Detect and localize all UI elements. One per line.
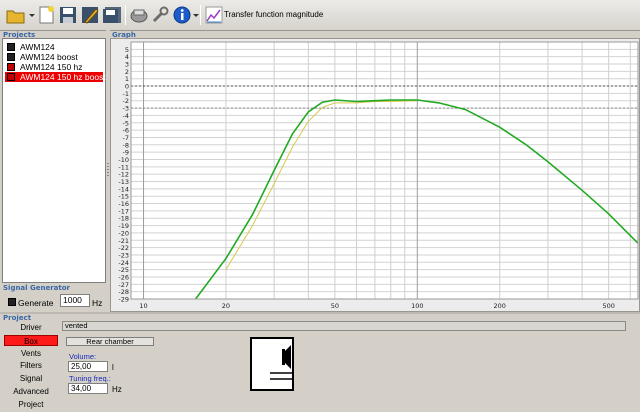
x-tick-label: 100 <box>411 302 423 310</box>
project-item[interactable]: AWM124 <box>5 42 103 52</box>
volume-input[interactable]: 25,00 <box>68 361 108 372</box>
tuning-input[interactable]: 34,00 <box>68 383 108 394</box>
info-dropdown-caret-icon[interactable] <box>193 14 199 17</box>
new-file-icon <box>39 6 54 24</box>
rear-chamber-tab[interactable]: Rear chamber <box>66 337 154 346</box>
printer-icon <box>130 9 148 23</box>
nav-signal[interactable]: Signal <box>4 373 58 384</box>
toolbar-separator <box>125 5 126 25</box>
project-item-selected[interactable]: AWM124 150 hz boost <box>5 72 106 82</box>
toolbar: Transfer function magnitude <box>0 0 640 31</box>
enclosure-diagram <box>250 337 294 391</box>
edit-button[interactable] <box>80 4 100 26</box>
speaker-driver-icon <box>270 345 292 380</box>
project-label: AWM124 boost <box>20 52 78 62</box>
plot-frame <box>130 41 639 300</box>
x-tick-label: 200 <box>493 302 505 310</box>
projects-list: AWM124 AWM124 boost AWM124 150 hz AWM124… <box>2 38 106 283</box>
tuning-unit: Hz <box>112 385 122 394</box>
project-label: AWM124 150 hz <box>20 62 83 72</box>
floppy-disk-stack-icon <box>103 7 121 23</box>
project-checkbox[interactable] <box>7 73 15 81</box>
signal-generator-section-title: Signal Generator <box>3 284 71 292</box>
volume-label: Volume: <box>69 352 97 361</box>
panel-divider[interactable] <box>0 312 640 314</box>
x-tick-label: 500 <box>602 302 614 310</box>
transfer-function-chart: 543210-1-2-3-4-5-6-7-8-9-10-11-12-13-14-… <box>118 41 639 310</box>
project-item[interactable]: AWM124 150 hz <box>5 62 103 72</box>
x-tick-label: 10 <box>139 302 147 310</box>
toolbar-separator <box>200 5 201 25</box>
save-as-button[interactable] <box>102 4 122 26</box>
floppy-disk-icon <box>60 7 76 23</box>
tools-button[interactable] <box>150 4 170 26</box>
nav-box[interactable]: Box <box>4 335 58 346</box>
print-button[interactable] <box>129 4 149 26</box>
generate-label: Generate <box>18 298 54 308</box>
folder-icon <box>6 10 25 24</box>
nav-project[interactable]: Project <box>4 399 58 410</box>
project-label: AWM124 150 hz boost <box>20 72 106 82</box>
save-button[interactable] <box>58 4 78 26</box>
frequency-unit: Hz <box>92 298 103 308</box>
generate-checkbox[interactable] <box>8 298 16 306</box>
project-checkbox[interactable] <box>7 63 15 71</box>
project-checkbox[interactable] <box>7 53 15 61</box>
transfer-function-label[interactable]: Transfer function magnitude <box>224 10 323 19</box>
y-tick-label: -29 <box>118 296 129 304</box>
tuning-label: Tuning freq.: <box>69 374 111 383</box>
open-folder-button[interactable] <box>6 4 26 26</box>
series-line <box>225 100 418 270</box>
x-tick-label: 20 <box>222 302 230 310</box>
info-button[interactable] <box>172 4 192 26</box>
x-tick-label: 50 <box>331 302 339 310</box>
nav-advanced[interactable]: Advanced <box>4 386 58 397</box>
wrench-icon <box>152 6 169 23</box>
edit-icon <box>82 7 99 24</box>
new-file-button[interactable] <box>36 4 56 26</box>
splitter-grip-icon[interactable] <box>107 163 109 177</box>
nav-vents[interactable]: Vents <box>4 348 58 359</box>
frequency-input[interactable]: 1000 <box>60 294 90 307</box>
open-dropdown-caret-icon[interactable] <box>29 14 35 17</box>
project-section-title: Project <box>3 314 32 322</box>
transfer-function-button[interactable] <box>204 4 224 26</box>
project-item[interactable]: AWM124 boost <box>5 52 103 62</box>
volume-unit: l <box>112 363 114 372</box>
info-icon <box>173 6 191 24</box>
nav-filters[interactable]: Filters <box>4 360 58 371</box>
box-type-header: vented <box>62 321 626 331</box>
project-label: AWM124 <box>20 42 55 52</box>
chart-icon <box>205 6 223 24</box>
project-checkbox[interactable] <box>7 43 15 51</box>
nav-driver[interactable]: Driver <box>4 322 58 333</box>
